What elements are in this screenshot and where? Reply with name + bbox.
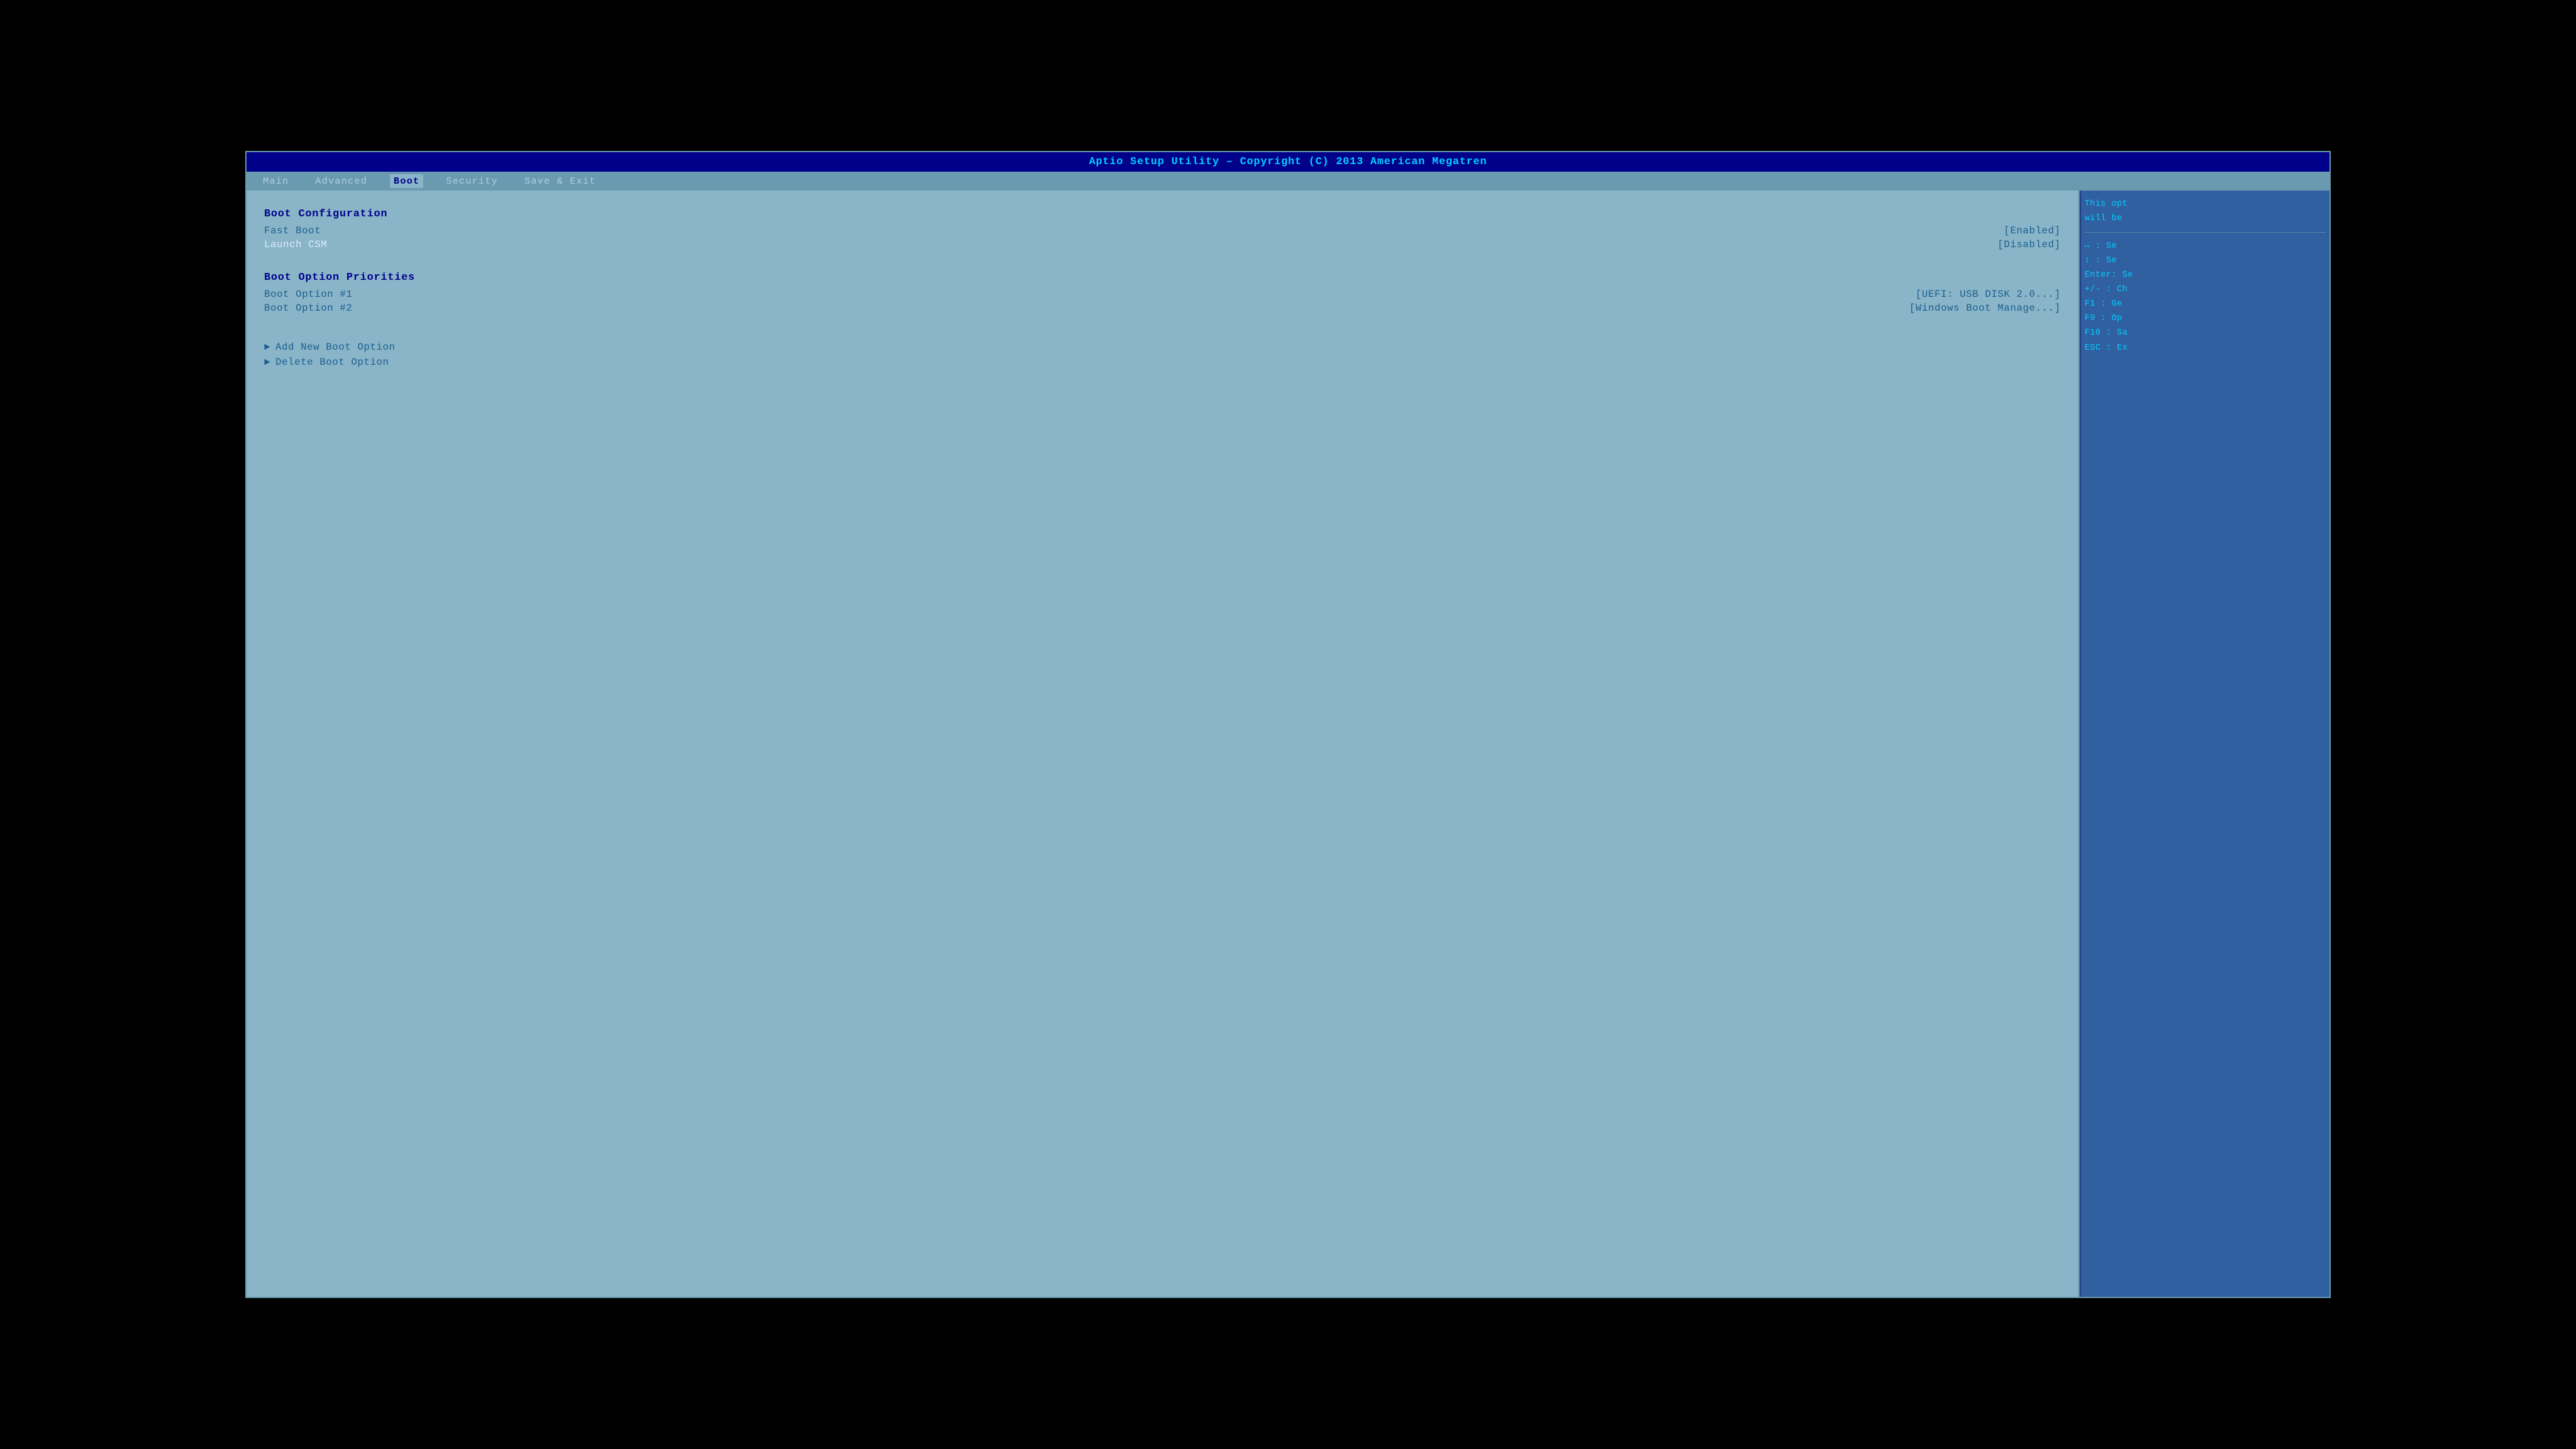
content-area: Boot Configuration Fast Boot [Enabled] L…	[247, 191, 2329, 1297]
tab-save-exit[interactable]: Save & Exit	[521, 174, 600, 188]
nav-bar: Main Advanced Boot Security Save & Exit	[247, 172, 2329, 191]
key-hint-f1: F1 : Ge	[2085, 297, 2326, 311]
delete-boot-option-label: Delete Boot Option	[275, 357, 389, 368]
boot-option-priorities-header: Boot Option Priorities	[264, 272, 2061, 284]
bios-screen: Aptio Setup Utility – Copyright (C) 2013…	[245, 151, 2331, 1299]
help-line1: This opt	[2085, 197, 2326, 211]
launch-csm-label[interactable]: Launch CSM	[264, 239, 327, 250]
delete-boot-option-item[interactable]: ► Delete Boot Option	[264, 357, 2061, 368]
key-hint-plusminus: +/- : Ch	[2085, 282, 2326, 297]
gap3	[264, 329, 2061, 341]
add-new-boot-option-label: Add New Boot Option	[275, 341, 396, 353]
help-line2: will be	[2085, 211, 2326, 226]
boot-option1-row: Boot Option #1 [UEFI: USB DISK 2.0...]	[264, 289, 2061, 300]
help-divider	[2085, 232, 2326, 233]
gap2	[264, 316, 2061, 329]
key-hint-esc: ESC : Ex	[2085, 341, 2326, 355]
fast-boot-row: Fast Boot [Enabled]	[264, 225, 2061, 236]
tab-advanced[interactable]: Advanced	[311, 174, 371, 188]
key-hint-ud: ↕ : Se	[2085, 253, 2326, 268]
main-panel: Boot Configuration Fast Boot [Enabled] L…	[247, 191, 2080, 1297]
boot-option2-value: [Windows Boot Manage...]	[1909, 303, 2061, 314]
boot-option2-row: Boot Option #2 [Windows Boot Manage...]	[264, 303, 2061, 314]
boot-option1-value: [UEFI: USB DISK 2.0...]	[1916, 289, 2061, 300]
key-hint-enter: Enter: Se	[2085, 268, 2326, 282]
fast-boot-label[interactable]: Fast Boot	[264, 225, 321, 236]
tab-main[interactable]: Main	[259, 174, 292, 188]
boot-option2-label[interactable]: Boot Option #2	[264, 303, 352, 314]
launch-csm-row: Launch CSM [Disabled]	[264, 239, 2061, 250]
fast-boot-value: [Enabled]	[2004, 225, 2060, 236]
key-hint-f9: F9 : Op	[2085, 311, 2326, 326]
tab-security[interactable]: Security	[442, 174, 502, 188]
key-hint-f10: F10 : Sa	[2085, 326, 2326, 340]
add-new-arrow-icon: ►	[264, 341, 270, 353]
add-new-boot-option-item[interactable]: ► Add New Boot Option	[264, 341, 2061, 353]
right-panel: This opt will be ↔ : Se ↕ : Se Enter: Se…	[2080, 191, 2329, 1297]
screen-container: Aptio Setup Utility – Copyright (C) 2013…	[155, 87, 2421, 1362]
tab-boot[interactable]: Boot	[390, 174, 423, 188]
delete-boot-arrow-icon: ►	[264, 357, 270, 368]
title-bar: Aptio Setup Utility – Copyright (C) 2013…	[247, 152, 2329, 172]
title-text: Aptio Setup Utility – Copyright (C) 2013…	[1089, 156, 1487, 168]
boot-option1-label[interactable]: Boot Option #1	[264, 289, 352, 300]
launch-csm-value: [Disabled]	[1997, 239, 2060, 250]
key-hint-lr: ↔ : Se	[2085, 239, 2326, 253]
boot-configuration-header: Boot Configuration	[264, 208, 2061, 220]
gap1	[264, 253, 2061, 265]
